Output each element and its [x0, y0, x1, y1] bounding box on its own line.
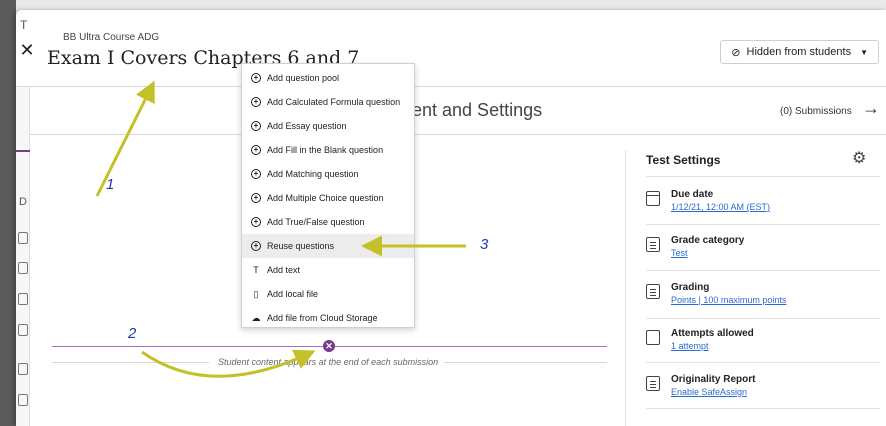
plus-circle-icon: + [251, 121, 261, 131]
settings-separator [646, 176, 880, 177]
menu-item-label: Add Fill in the Blank question [267, 145, 384, 155]
grading-title: Grading [671, 282, 710, 293]
menu-item-add-text[interactable]: T Add text [242, 258, 414, 282]
note-divider-left [52, 362, 209, 363]
menu-item-add-question-pool[interactable]: + Add question pool [242, 66, 414, 90]
menu-item-label: Add question pool [267, 73, 340, 83]
file-add-icon: ▯ [253, 288, 259, 299]
arrow-right-icon[interactable]: → [862, 98, 880, 119]
test-panel [16, 10, 886, 426]
subheader-divider [16, 134, 886, 135]
plus-circle-icon: + [251, 169, 261, 179]
grading-icon [646, 284, 660, 299]
person-icon [18, 232, 28, 244]
test-settings-title: Test Settings [646, 153, 721, 167]
visibility-label: Hidden from students [746, 46, 852, 58]
group-icon [18, 262, 28, 274]
menu-item-add-cloud-file[interactable]: ☁ Add file from Cloud Storage [242, 306, 414, 330]
plus-circle-icon: + [251, 217, 261, 227]
menu-item-label: Add Multiple Choice question [267, 193, 384, 203]
rail-letter: D [19, 196, 27, 208]
menu-item-label: Add Essay question [267, 121, 347, 131]
document-icon [18, 363, 28, 375]
settings-divider [625, 150, 626, 426]
menu-item-label: Add file from Cloud Storage [267, 313, 378, 323]
settings-separator [646, 318, 880, 319]
settings-separator [646, 362, 880, 363]
attempts-icon [646, 330, 660, 345]
menu-item-label: Add text [267, 265, 301, 275]
rail-accent [16, 150, 30, 152]
text-icon: T [253, 265, 259, 275]
menu-item-label: Add True/False question [267, 217, 365, 227]
menu-item-add-local-file[interactable]: ▯ Add local file [242, 282, 414, 306]
attempts-title: Attempts allowed [671, 328, 754, 339]
originality-icon [646, 376, 660, 391]
note-divider-right [444, 362, 607, 363]
originality-link[interactable]: Enable SafeAssign [671, 387, 747, 397]
menu-item-add-essay[interactable]: + Add Essay question [242, 114, 414, 138]
lock-icon [18, 293, 28, 305]
submissions-link[interactable]: (0) Submissions [780, 106, 852, 117]
settings-separator [646, 408, 880, 409]
close-button[interactable]: ✕ [14, 38, 40, 64]
background-letter: T [20, 18, 28, 32]
menu-item-add-matching[interactable]: + Add Matching question [242, 162, 414, 186]
grading-link[interactable]: Points | 100 maximum points [671, 295, 786, 305]
grades-icon [18, 324, 28, 336]
student-content-note: Student content appears at the end of ea… [218, 357, 439, 367]
chat-icon [18, 394, 28, 406]
cloud-icon: ☁ [251, 312, 261, 323]
due-date-title: Due date [671, 189, 714, 200]
due-date-link[interactable]: 1/12/21, 12:00 AM (EST) [671, 202, 770, 212]
menu-item-label: Add local file [267, 289, 319, 299]
menu-item-add-true-false[interactable]: + Add True/False question [242, 210, 414, 234]
annotation-label-3: 3 [480, 236, 489, 253]
chevron-down-icon: ▼ [860, 47, 868, 57]
add-content-button[interactable]: ✕ [323, 340, 335, 352]
grade-category-link[interactable]: Test [671, 248, 688, 258]
grade-category-icon [646, 237, 660, 252]
plus-circle-icon: + [251, 73, 261, 83]
attempts-link[interactable]: 1 attempt [671, 341, 709, 351]
left-rail [16, 87, 30, 426]
menu-item-label: Add Calculated Formula question [267, 97, 401, 107]
grade-category-title: Grade category [671, 235, 745, 246]
annotation-label-1: 1 [106, 176, 115, 193]
visibility-dropdown[interactable]: ⊘ Hidden from students ▼ [720, 40, 879, 64]
menu-item-reuse-questions[interactable]: + Reuse questions [242, 234, 414, 258]
calendar-icon [646, 191, 660, 206]
subheader-title: ent and Settings [412, 100, 543, 120]
plus-circle-icon: + [251, 193, 261, 203]
eye-off-icon: ⊘ [731, 46, 741, 59]
menu-item-add-fill-in-blank[interactable]: + Add Fill in the Blank question [242, 138, 414, 162]
plus-circle-icon: + [251, 241, 261, 251]
menu-item-label: Reuse questions [267, 241, 335, 251]
gear-icon[interactable]: ⚙ [852, 148, 866, 168]
course-name: BB Ultra Course ADG [63, 32, 160, 43]
plus-circle-icon: + [251, 97, 261, 107]
header-divider [16, 86, 886, 87]
menu-item-add-multiple-choice[interactable]: + Add Multiple Choice question [242, 186, 414, 210]
plus-circle-icon: + [251, 145, 261, 155]
add-content-menu: + Add question pool + Add Calculated For… [241, 63, 415, 328]
settings-separator [646, 270, 880, 271]
originality-title: Originality Report [671, 374, 756, 385]
settings-separator [646, 224, 880, 225]
annotation-label-2: 2 [128, 325, 137, 342]
menu-item-label: Add Matching question [267, 169, 359, 179]
menu-item-add-calculated-formula[interactable]: + Add Calculated Formula question [242, 90, 414, 114]
